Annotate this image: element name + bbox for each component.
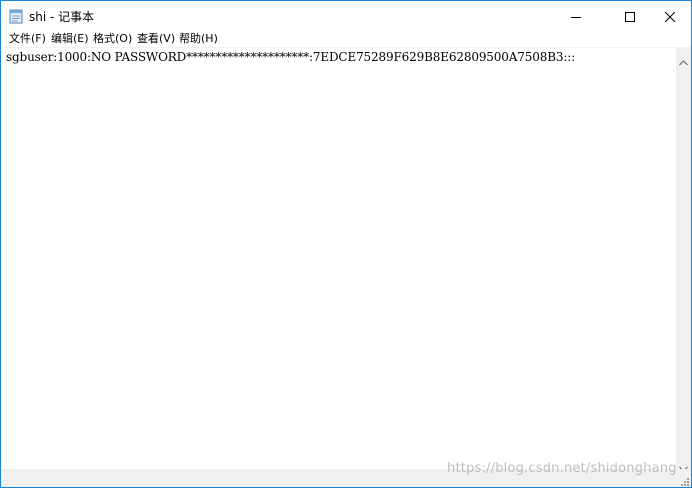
maximize-icon — [625, 7, 635, 26]
menu-bar: 文件(F) 编辑(E) 格式(O) 查看(V) 帮助(H) — [1, 32, 691, 46]
close-icon — [664, 7, 676, 26]
watermark-text: https://blog.csdn.net/shidonghang — [447, 461, 677, 476]
editor-content[interactable]: sgbuser:1000:NO PASSWORD****************… — [6, 49, 575, 65]
menu-edit[interactable]: 编辑(E) — [51, 32, 89, 46]
scroll-up-arrow-icon[interactable] — [679, 51, 688, 70]
menu-view[interactable]: 查看(V) — [137, 32, 175, 46]
notepad-icon — [9, 9, 23, 24]
vertical-scrollbar[interactable] — [676, 47, 691, 472]
window-title: shi - 记事本 — [29, 10, 95, 24]
menu-help[interactable]: 帮助(H) — [179, 32, 218, 46]
minimize-button[interactable] — [553, 1, 599, 32]
resize-grip-icon[interactable] — [678, 472, 690, 486]
menu-file[interactable]: 文件(F) — [9, 32, 46, 46]
minimize-icon — [571, 7, 581, 26]
close-button[interactable] — [647, 1, 692, 32]
menu-format[interactable]: 格式(O) — [93, 32, 132, 46]
text-editor-area[interactable]: sgbuser:1000:NO PASSWORD****************… — [4, 47, 676, 469]
notepad-window: shi - 记事本 文件(F) 编辑(E) 格式(O) 查看(V) 帮助(H) — [0, 0, 692, 488]
title-bar[interactable]: shi - 记事本 — [1, 1, 691, 32]
